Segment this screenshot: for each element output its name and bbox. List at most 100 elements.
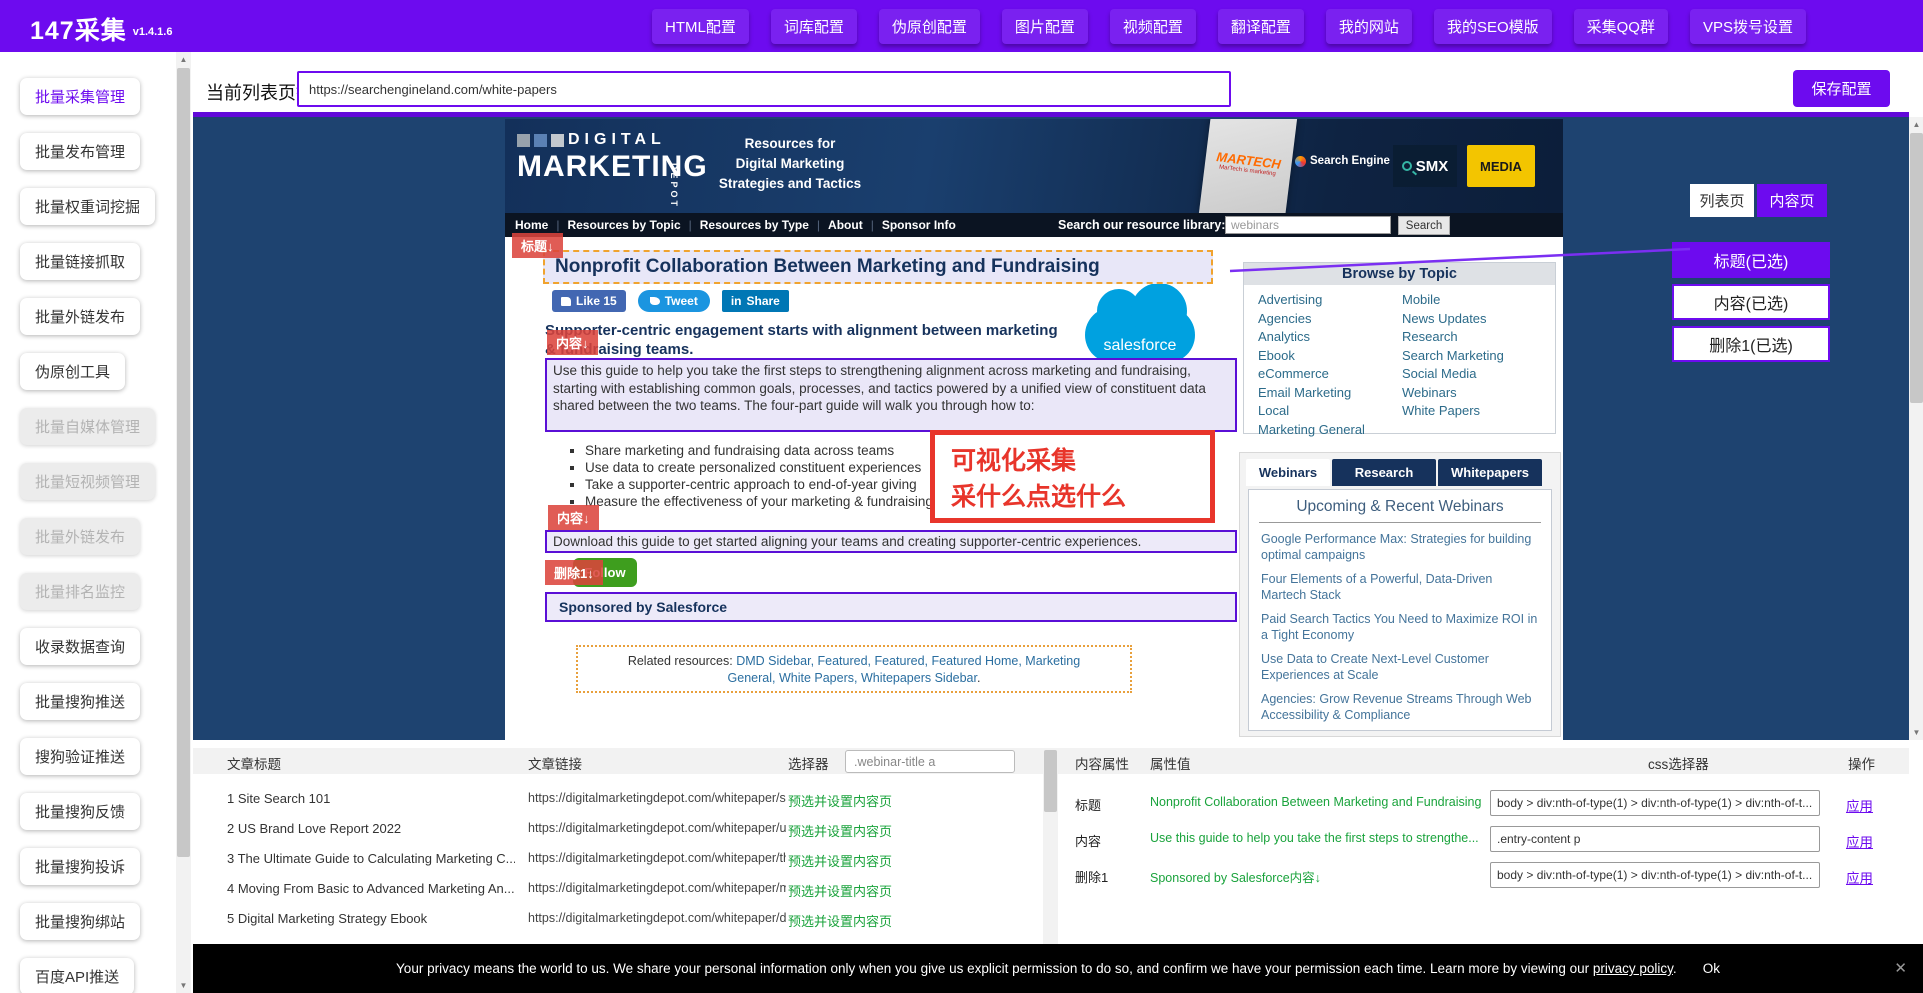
scrollbar-thumb[interactable]	[1044, 750, 1057, 812]
site-search-button[interactable]: Search	[1398, 216, 1450, 235]
topic-link[interactable]: Analytics	[1258, 328, 1365, 347]
selected-field-button[interactable]: 删除1(已选)	[1672, 326, 1830, 362]
sidebar-item[interactable]: 批量搜狗投诉	[20, 848, 140, 885]
topic-link[interactable]: Research	[1402, 328, 1504, 347]
scroll-up-icon[interactable]: ▲	[176, 55, 191, 64]
top-nav-item[interactable]: 视频配置	[1110, 9, 1196, 44]
list-page-button[interactable]: 列表页	[1690, 184, 1754, 217]
topic-link[interactable]: eCommerce	[1258, 365, 1365, 384]
scroll-down-icon[interactable]: ▼	[176, 981, 191, 990]
resource-tab[interactable]: Research	[1332, 459, 1436, 486]
list-url-input[interactable]	[297, 71, 1231, 107]
topic-link[interactable]: Mobile	[1402, 291, 1504, 310]
sidebar-item[interactable]: 搜狗验证推送	[20, 738, 140, 775]
css-selector-input[interactable]	[1490, 862, 1820, 888]
topic-link[interactable]: Email Marketing	[1258, 384, 1365, 403]
related-resource-link[interactable]: White Papers	[779, 671, 861, 685]
sidebar-item[interactable]: 批量搜狗反馈	[20, 793, 140, 830]
topic-link[interactable]: Agencies	[1258, 310, 1365, 329]
sidebar-item[interactable]: 批量搜狗推送	[20, 683, 140, 720]
topic-link[interactable]: Social Media	[1402, 365, 1504, 384]
top-nav-item[interactable]: 伪原创配置	[879, 9, 980, 44]
preview-set-content-link[interactable]: 预选并设置内容页	[788, 821, 892, 840]
topic-link[interactable]: Webinars	[1402, 384, 1504, 403]
top-nav-item[interactable]: 翻译配置	[1218, 9, 1304, 44]
site-nav-link[interactable]: Sponsor Info	[882, 218, 956, 232]
article-list-scrollbar[interactable]	[1043, 748, 1058, 944]
webinar-link[interactable]: Paid Search Tactics You Need to Maximize…	[1261, 612, 1539, 643]
apply-link[interactable]: 应用	[1846, 867, 1873, 887]
list-selector-input[interactable]	[845, 750, 1015, 773]
topic-link[interactable]: Advertising	[1258, 291, 1365, 310]
sidebar-item[interactable]: 批量外链发布	[20, 298, 140, 335]
sponsored-selected[interactable]: Sponsored by Salesforce	[545, 592, 1237, 622]
linkedin-share-button[interactable]: inShare	[722, 290, 789, 312]
sidebar-item[interactable]: 批量短视频管理	[20, 463, 155, 500]
sidebar-item[interactable]: 收录数据查询	[20, 628, 140, 665]
sidebar-item[interactable]: 批量搜狗绑站	[20, 903, 140, 940]
apply-link[interactable]: 应用	[1846, 795, 1873, 815]
related-resource-link[interactable]: DMD Sidebar	[736, 654, 817, 668]
privacy-policy-link[interactable]: privacy policy	[1593, 961, 1673, 976]
topic-link[interactable]: Local	[1258, 402, 1365, 421]
webinar-link[interactable]: Use Data to Create Next-Level Customer E…	[1261, 652, 1539, 683]
site-nav-link[interactable]: Home	[515, 218, 567, 232]
facebook-like-button[interactable]: Like 15	[552, 290, 626, 312]
sidebar-item[interactable]: 百度API推送	[20, 958, 134, 993]
article-title-selected[interactable]: Nonprofit Collaboration Between Marketin…	[543, 250, 1213, 284]
resource-tab[interactable]: Whitepapers	[1438, 459, 1542, 486]
preview-set-content-link[interactable]: 预选并设置内容页	[788, 791, 892, 810]
apply-link[interactable]: 应用	[1846, 831, 1873, 851]
scroll-down-icon[interactable]: ▼	[1909, 728, 1923, 737]
site-nav-link[interactable]: Resources by Type	[700, 218, 828, 232]
top-nav-item[interactable]: 我的网站	[1326, 9, 1412, 44]
preview-set-content-link[interactable]: 预选并设置内容页	[788, 851, 892, 870]
top-nav-item[interactable]: 词库配置	[771, 9, 857, 44]
related-resource-link[interactable]: Featured Home	[931, 654, 1025, 668]
article-download-selected[interactable]: Download this guide to get started align…	[545, 530, 1237, 553]
sidebar-item[interactable]: 批量权重词挖掘	[20, 188, 155, 225]
privacy-ok-button[interactable]: Ok	[1703, 961, 1720, 976]
top-nav-item[interactable]: 图片配置	[1002, 9, 1088, 44]
close-icon[interactable]: ✕	[1894, 959, 1907, 977]
sidebar-scrollbar[interactable]: ▲ ▼	[176, 52, 191, 993]
sidebar-item[interactable]: 批量自媒体管理	[20, 408, 155, 445]
css-selector-input[interactable]	[1490, 826, 1820, 852]
css-selector-input[interactable]	[1490, 790, 1820, 816]
sidebar-item[interactable]: 批量链接抓取	[20, 243, 140, 280]
selected-field-button[interactable]: 标题(已选)	[1672, 242, 1830, 278]
tweet-button[interactable]: Tweet	[638, 290, 710, 312]
related-resource-link[interactable]: Whitepapers Sidebar	[861, 671, 977, 685]
scrollbar-thumb[interactable]	[177, 68, 190, 857]
topic-link[interactable]: White Papers	[1402, 402, 1504, 421]
preview-set-content-link[interactable]: 预选并设置内容页	[788, 881, 892, 900]
topic-link[interactable]: Search Marketing	[1402, 347, 1504, 366]
topic-link[interactable]: Marketing General	[1258, 421, 1365, 440]
webinar-link[interactable]: Four Elements of a Powerful, Data-Driven…	[1261, 572, 1539, 603]
selected-field-button[interactable]: 内容(已选)	[1672, 284, 1830, 320]
browser-scrollbar[interactable]: ▲ ▼	[1909, 117, 1923, 740]
content-page-button[interactable]: 内容页	[1757, 184, 1827, 217]
save-config-button[interactable]: 保存配置	[1793, 70, 1890, 107]
top-nav-item[interactable]: VPS拨号设置	[1690, 9, 1806, 44]
site-nav-link[interactable]: Resources by Topic	[567, 218, 699, 232]
site-search-input[interactable]	[1225, 216, 1391, 234]
top-nav-item[interactable]: 我的SEO模版	[1434, 9, 1552, 44]
sidebar-item[interactable]: 批量发布管理	[20, 133, 140, 170]
top-nav-item[interactable]: HTML配置	[652, 9, 749, 44]
topic-link[interactable]: News Updates	[1402, 310, 1504, 329]
sidebar-item[interactable]: 批量采集管理	[20, 78, 140, 115]
sidebar-item[interactable]: 批量外链发布	[20, 518, 140, 555]
related-resource-link[interactable]: Featured	[875, 654, 932, 668]
site-nav-link[interactable]: About	[828, 218, 882, 232]
sidebar-item[interactable]: 批量排名监控	[20, 573, 140, 610]
webinar-link[interactable]: Agencies: Grow Revenue Streams Through W…	[1261, 692, 1539, 723]
webinar-link[interactable]: Google Performance Max: Strategies for b…	[1261, 532, 1539, 563]
scroll-up-icon[interactable]: ▲	[1909, 120, 1923, 129]
resource-tab[interactable]: Webinars	[1246, 459, 1330, 486]
sidebar-item[interactable]: 伪原创工具	[20, 353, 125, 390]
scrollbar-thumb[interactable]	[1910, 133, 1923, 403]
top-nav-item[interactable]: 采集QQ群	[1574, 9, 1668, 44]
article-intro-selected[interactable]: Use this guide to help you take the firs…	[545, 358, 1237, 432]
related-resource-link[interactable]: Featured	[818, 654, 875, 668]
